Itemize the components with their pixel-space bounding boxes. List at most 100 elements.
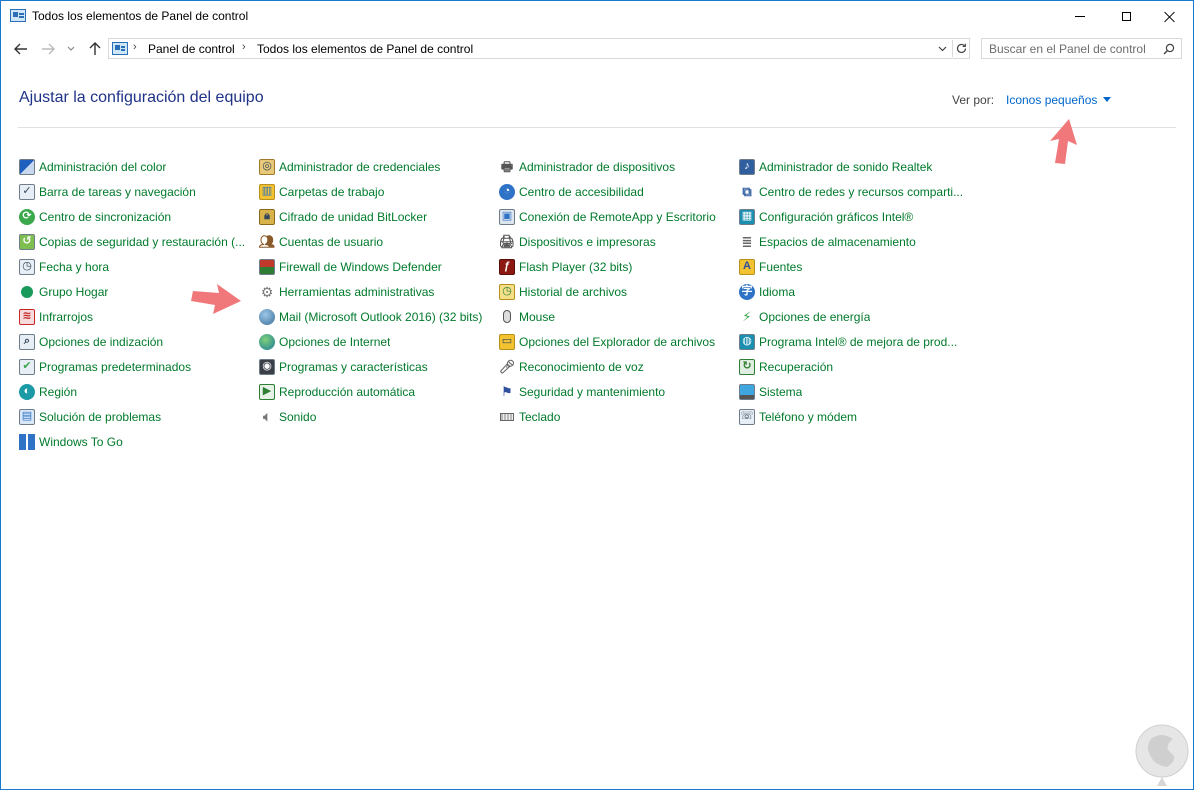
item-administrador-de-credenciales[interactable]: ◎ Administrador de credenciales [259, 154, 494, 179]
item-opciones-de-energia[interactable]: ⚡︎ Opciones de energía [739, 304, 974, 329]
item-herramientas-administrativas[interactable]: ⚙ Herramientas administrativas [259, 279, 494, 304]
item-centro-de-redes[interactable]: ⧉ Centro de redes y recursos comparti... [739, 179, 974, 204]
recent-locations-button[interactable] [64, 39, 78, 59]
speech-recognition-icon: 🎤︎ [498, 359, 516, 374]
language-icon: 字 [739, 283, 755, 300]
caret-down-icon [1103, 97, 1112, 102]
region-icon: ◐ [19, 383, 35, 400]
item-opciones-explorador[interactable]: ▭ Opciones del Explorador de archivos [499, 329, 734, 354]
item-espacios-de-almacenamiento[interactable]: ≣ Espacios de almacenamiento [739, 229, 974, 254]
breadcrumb-all-items[interactable]: Todos los elementos de Panel de control [257, 42, 473, 56]
firewall-icon [259, 258, 275, 275]
item-barra-de-tareas[interactable]: ✓ Barra de tareas y navegación [19, 179, 254, 204]
infrared-icon: ≋ [19, 308, 35, 325]
item-region[interactable]: ◐ Región [19, 379, 254, 404]
maximize-button[interactable] [1103, 1, 1149, 32]
item-programas-predeterminados[interactable]: ✔ Programas predeterminados [19, 354, 254, 379]
item-sistema[interactable]: Sistema [739, 379, 974, 404]
device-manager-icon: 🖶︎ [500, 159, 514, 174]
keyboard-icon [499, 409, 515, 425]
forward-button[interactable] [37, 39, 59, 59]
header-divider [18, 127, 1176, 128]
search-box[interactable] [981, 38, 1182, 59]
item-dispositivos-e-impresoras[interactable]: 🖨︎ Dispositivos e impresoras [499, 229, 734, 254]
chevron-down-icon [938, 46, 946, 51]
minimize-button[interactable] [1057, 1, 1103, 32]
search-icon[interactable] [1163, 43, 1175, 55]
annotation-arrow-up-icon [1050, 119, 1077, 164]
up-button[interactable] [85, 39, 105, 59]
view-by-label: Ver por: [952, 93, 995, 107]
item-copias-de-seguridad[interactable]: ↺ Copias de seguridad y restauración (... [19, 229, 254, 254]
item-sonido[interactable]: 🔈︎ Sonido [259, 404, 494, 429]
admin-tools-icon: ⚙ [260, 283, 274, 300]
annotation-arrow-right-icon [191, 284, 241, 314]
title-bar: Todos los elementos de Panel de control [1, 1, 1193, 32]
date-time-icon: ◷ [19, 258, 35, 275]
ease-of-access-icon: ◔ [499, 183, 515, 200]
arrow-right-icon [42, 43, 55, 55]
item-reproduccion-automatica[interactable]: ▶ Reproducción automática [259, 379, 494, 404]
page-title: Ajustar la configuración del equipo [19, 89, 264, 106]
item-administracion-del-color[interactable]: Administración del color [19, 154, 254, 179]
sync-center-icon: ⟳ [19, 208, 35, 225]
breadcrumb-panel-de-control[interactable]: Panel de control [148, 42, 235, 56]
items-column-2: ◎ Administrador de credenciales ▥ Carpetas… [259, 154, 494, 429]
address-bar[interactable]: › Panel de control › Todos los elementos… [108, 38, 970, 59]
programs-features-icon: ◉ [259, 358, 275, 375]
arrow-left-icon [14, 43, 27, 55]
item-flash-player[interactable]: ƒ Flash Player (32 bits) [499, 254, 734, 279]
phone-modem-icon: ☏ [739, 408, 755, 425]
item-teclado[interactable]: Teclado [499, 404, 734, 429]
item-mouse[interactable]: Mouse [499, 304, 734, 329]
item-conexion-remoteapp[interactable]: ▣ Conexión de RemoteApp y Escritorio [499, 204, 734, 229]
flash-player-icon: ƒ [499, 258, 515, 275]
item-mail-outlook[interactable]: Mail (Microsoft Outlook 2016) (32 bits) [259, 304, 494, 329]
item-programa-intel[interactable]: ◍ Programa Intel® de mejora de prod... [739, 329, 974, 354]
view-by-dropdown[interactable]: Iconos pequeños [1006, 93, 1112, 107]
item-centro-de-sincronizacion[interactable]: ⟳ Centro de sincronización [19, 204, 254, 229]
security-maintenance-icon: ⚑ [501, 384, 513, 399]
item-reconocimiento-de-voz[interactable]: 🎤︎ Reconocimiento de voz [499, 354, 734, 379]
search-input[interactable] [982, 39, 1158, 58]
item-historial-de-archivos[interactable]: ◷ Historial de archivos [499, 279, 734, 304]
window-title: Todos los elementos de Panel de control [32, 9, 249, 23]
chevron-down-icon [67, 46, 75, 51]
close-button[interactable] [1147, 1, 1193, 32]
item-windows-to-go[interactable]: Windows To Go [19, 429, 254, 454]
item-solucion-de-problemas[interactable]: ▤ Solución de problemas [19, 404, 254, 429]
back-button[interactable] [10, 39, 32, 59]
item-centro-de-accesibilidad[interactable]: ◔ Centro de accesibilidad [499, 179, 734, 204]
item-fecha-y-hora[interactable]: ◷ Fecha y hora [19, 254, 254, 279]
mouse-icon [499, 309, 515, 325]
item-idioma[interactable]: 字 Idioma [739, 279, 974, 304]
item-sonido-realtek[interactable]: ♪ Administrador de sonido Realtek [739, 154, 974, 179]
item-telefono-y-modem[interactable]: ☏ Teléfono y módem [739, 404, 974, 429]
close-icon [1164, 11, 1176, 23]
item-cuentas-de-usuario[interactable]: 👥︎ Cuentas de usuario [259, 229, 494, 254]
mail-icon [259, 308, 275, 325]
item-seguridad-y-mantenimiento[interactable]: ⚑ Seguridad y mantenimiento [499, 379, 734, 404]
item-firewall[interactable]: Firewall de Windows Defender [259, 254, 494, 279]
item-opciones-de-internet[interactable]: Opciones de Internet [259, 329, 494, 354]
item-administrador-de-dispositivos[interactable]: 🖶︎ Administrador de dispositivos [499, 154, 734, 179]
explorer-options-icon: ▭ [499, 333, 515, 350]
indexing-options-icon: ⌕ [19, 333, 35, 350]
item-graficos-intel[interactable]: ▦ Configuración gráficos Intel® [739, 204, 974, 229]
power-options-icon: ⚡︎ [742, 309, 752, 324]
refresh-button[interactable] [952, 40, 970, 57]
item-fuentes[interactable]: A Fuentes [739, 254, 974, 279]
item-carpetas-de-trabajo[interactable]: ▥ Carpetas de trabajo [259, 179, 494, 204]
backup-restore-icon: ↺ [19, 233, 35, 250]
maximize-icon [1121, 12, 1131, 21]
item-cifrado-bitlocker[interactable]: 🔒︎ Cifrado de unidad BitLocker [259, 204, 494, 229]
item-programas-y-caracteristicas[interactable]: ◉ Programas y características [259, 354, 494, 379]
system-icon [739, 383, 755, 400]
item-opciones-de-indizacion[interactable]: ⌕ Opciones de indización [19, 329, 254, 354]
item-recuperacion[interactable]: ↻ Recuperación [739, 354, 974, 379]
refresh-icon [956, 43, 967, 54]
remoteapp-icon: ▣ [499, 208, 515, 225]
address-dropdown-button[interactable] [935, 41, 949, 56]
items-column-4: ♪ Administrador de sonido Realtek ⧉ Centro… [739, 154, 974, 429]
file-history-icon: ◷ [499, 283, 515, 300]
